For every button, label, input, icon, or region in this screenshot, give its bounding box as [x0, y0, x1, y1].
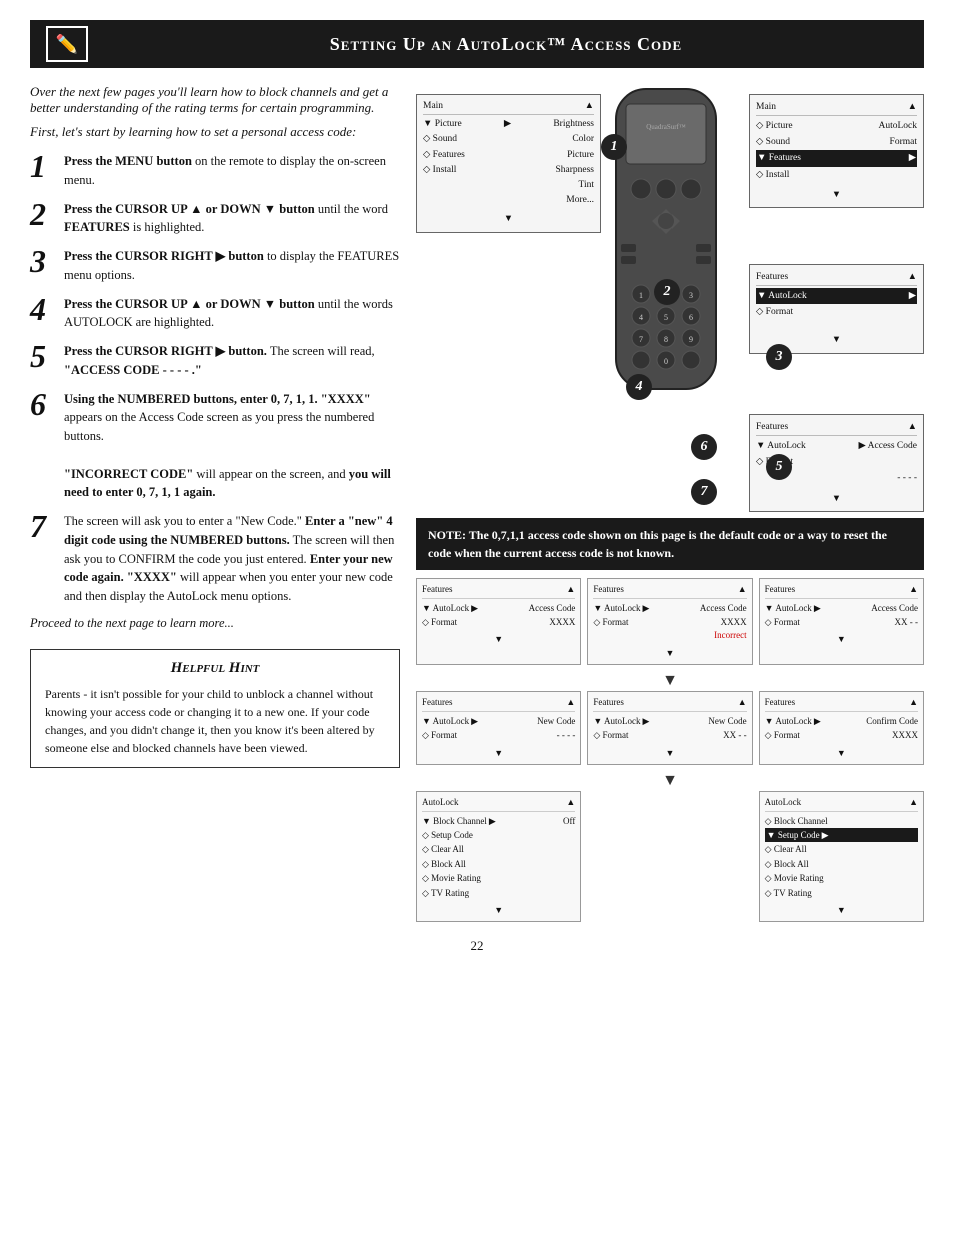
mini-screen-autolock-right: AutoLock▲ ◇ Block Channel ▼ Setup Code▶ … — [759, 791, 924, 922]
empty-cell — [587, 791, 752, 922]
right-column: Main ▲ ▼ Picture▶Brightness ◇ SoundColor… — [416, 84, 924, 922]
step-number-2: 2 — [30, 198, 64, 230]
main-content: Over the next few pages you'll learn how… — [30, 84, 924, 922]
step-1: 1 Press the MENU button on the remote to… — [30, 152, 400, 190]
step-5: 5 Press the CURSOR RIGHT ▶ button. The s… — [30, 342, 400, 380]
step-6: 6 Using the NUMBERED buttons, enter 0, 7… — [30, 390, 400, 503]
step-number-1: 1 — [30, 150, 64, 182]
svg-text:0: 0 — [664, 357, 668, 366]
intro-paragraph-2: First, let's start by learning how to se… — [30, 124, 400, 140]
step-circle-3: 3 — [766, 344, 792, 370]
helpful-hint-box: Helpful Hint Parents - it isn't possible… — [30, 649, 400, 768]
mini-screens-row1: Features▲ ▼ AutoLock▶Access Code ◇ Forma… — [416, 578, 924, 665]
mini-screen-2: Features▲ ▼ AutoLock▶Access Code ◇ Forma… — [587, 578, 752, 665]
proceed-text: Proceed to the next page to learn more..… — [30, 616, 400, 631]
svg-text:4: 4 — [639, 313, 643, 322]
screen2-box: Main▲ ◇ PictureAutoLock ◇ SoundFormat ▼ … — [749, 94, 924, 208]
mini-screen-6: Features▲ ▼ AutoLock▶Confirm Code ◇ Form… — [759, 691, 924, 765]
step-text-7: The screen will ask you to enter a "New … — [64, 512, 400, 606]
svg-text:9: 9 — [689, 335, 693, 344]
step-text-6: Using the NUMBERED buttons, enter 0, 7, … — [64, 390, 400, 503]
left-column: Over the next few pages you'll learn how… — [30, 84, 400, 922]
svg-text:1: 1 — [639, 291, 643, 300]
step-circle-5: 5 — [766, 454, 792, 480]
intro-text: ver the next few pages you'll learn how … — [30, 84, 388, 115]
helpful-hint-title: Helpful Hint — [45, 660, 385, 677]
svg-text:3: 3 — [689, 291, 693, 300]
page-title: Setting Up an AutoLock™ Access Code — [104, 34, 908, 55]
step-3: 3 Press the CURSOR RIGHT ▶ button to dis… — [30, 247, 400, 285]
step-circle-2b: 4 — [626, 374, 652, 400]
mini-screen-1: Features▲ ▼ AutoLock▶Access Code ◇ Forma… — [416, 578, 581, 665]
step-circle-1: 1 — [601, 134, 627, 160]
page-number: 22 — [30, 938, 924, 954]
page: ✏️ Setting Up an AutoLock™ Access Code O… — [0, 0, 954, 1235]
svg-text:8: 8 — [664, 335, 668, 344]
step-circle-7: 7 — [691, 479, 717, 505]
step-7: 7 The screen will ask you to enter a "Ne… — [30, 512, 400, 606]
drop-cap: O — [30, 84, 39, 99]
header-icon: ✏️ — [46, 26, 88, 62]
arrow-connector-1: ▼ — [416, 671, 924, 691]
step-number-4: 4 — [30, 293, 64, 325]
svg-text:5: 5 — [664, 313, 668, 322]
step-number-5: 5 — [30, 340, 64, 372]
step-text-4: Press the CURSOR UP ▲ or DOWN ▼ button u… — [64, 295, 400, 333]
page-header: ✏️ Setting Up an AutoLock™ Access Code — [30, 20, 924, 68]
note-box: NOTE: The 0,7,1,1 access code shown on t… — [416, 518, 924, 570]
mini-screen-3: Features▲ ▼ AutoLock▶Access Code ◇ Forma… — [759, 578, 924, 665]
step-number-3: 3 — [30, 245, 64, 277]
arrow-connector-2: ▼ — [416, 771, 924, 791]
svg-text:7: 7 — [639, 335, 643, 344]
screen1-title: Main — [423, 99, 443, 114]
mini-screen-4: Features▲ ▼ AutoLock▶New Code ◇ Format- … — [416, 691, 581, 765]
step-circle-2a: 2 — [654, 279, 680, 305]
mini-screen-5: Features▲ ▼ AutoLock▶New Code ◇ FormatXX… — [587, 691, 752, 765]
step-text-5: Press the CURSOR RIGHT ▶ button. The scr… — [64, 342, 400, 380]
step-4: 4 Press the CURSOR UP ▲ or DOWN ▼ button… — [30, 295, 400, 333]
mini-screens-row2: Features▲ ▼ AutoLock▶New Code ◇ Format- … — [416, 691, 924, 765]
screen3-box: Features▲ ▼ AutoLock▶ ◇ Format ▼ — [749, 264, 924, 354]
step-number-7: 7 — [30, 510, 64, 542]
step-text-3: Press the CURSOR RIGHT ▶ button to displ… — [64, 247, 400, 285]
mini-screen-autolock-left: AutoLock▲ ▼ Block Channel▶Off ◇ Setup Co… — [416, 791, 581, 922]
step-text-2: Press the CURSOR UP ▲ or DOWN ▼ button u… — [64, 200, 400, 238]
helpful-hint-text: Parents - it isn't possible for your chi… — [45, 685, 385, 757]
svg-text:6: 6 — [689, 313, 693, 322]
step-text-1: Press the MENU button on the remote to d… — [64, 152, 400, 190]
step-number-6: 6 — [30, 388, 64, 420]
svg-text:QuadraSurf™: QuadraSurf™ — [646, 123, 686, 131]
mini-screens-row3: AutoLock▲ ▼ Block Channel▶Off ◇ Setup Co… — [416, 791, 924, 922]
step-circle-6: 6 — [691, 434, 717, 460]
intro-paragraph: Over the next few pages you'll learn how… — [30, 84, 400, 116]
step-2: 2 Press the CURSOR UP ▲ or DOWN ▼ button… — [30, 200, 400, 238]
